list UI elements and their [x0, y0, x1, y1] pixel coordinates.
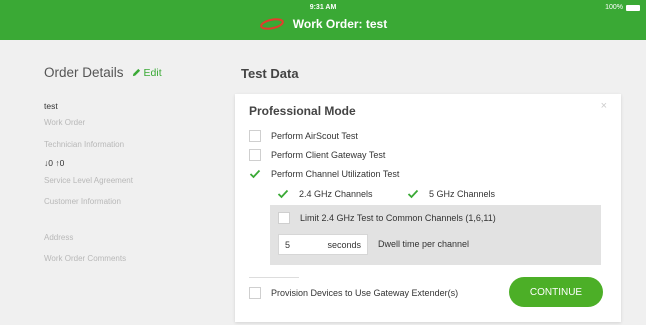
- status-time: 9:31 AM: [309, 4, 337, 11]
- limit-24ghz-option[interactable]: Limit 2.4 GHz Test to Common Channels (1…: [278, 212, 496, 224]
- sla-label: Service Level Agreement: [44, 176, 133, 185]
- limit-24ghz-checkbox[interactable]: [278, 212, 290, 224]
- technician-info-label: Technician Information: [44, 140, 125, 149]
- checkmark-icon: [277, 189, 289, 199]
- order-details-title: Order Details: [44, 65, 124, 80]
- test-data-title: Test Data: [241, 66, 299, 81]
- ghz24-checkbox[interactable]: [277, 188, 289, 200]
- channel-utilization-checkbox[interactable]: [249, 168, 261, 180]
- client-gateway-checkbox[interactable]: [249, 149, 261, 161]
- dwell-time-unit: seconds: [327, 239, 361, 250]
- airscout-test-option[interactable]: Perform AirScout Test: [249, 130, 358, 142]
- card-title: Professional Mode: [249, 104, 356, 118]
- provision-label: Provision Devices to Use Gateway Extende…: [271, 288, 459, 298]
- ghz5-channels-option[interactable]: 5 GHz Channels: [407, 188, 495, 200]
- channel-settings-box: Limit 2.4 GHz Test to Common Channels (1…: [270, 205, 601, 265]
- client-gateway-label: Perform Client Gateway Test: [271, 150, 386, 160]
- ghz24-label: 2.4 GHz Channels: [299, 189, 373, 199]
- app-header: 9:31 AM 100% Work Order: test: [0, 0, 646, 40]
- ghz5-checkbox[interactable]: [407, 188, 419, 200]
- dwell-time-label: Dwell time per channel: [378, 239, 470, 249]
- battery-indicator: 100%: [605, 4, 640, 11]
- address-label: Address: [44, 233, 74, 242]
- swirl-logo-icon: [259, 18, 284, 30]
- battery-percent: 100%: [605, 4, 623, 11]
- page-title: Work Order: test: [292, 17, 388, 31]
- battery-icon: [626, 4, 640, 11]
- edit-button[interactable]: Edit: [132, 67, 162, 79]
- close-icon[interactable]: ×: [601, 100, 607, 112]
- work-order-comments-label: Work Order Comments: [44, 254, 127, 263]
- ghz5-label: 5 GHz Channels: [429, 189, 496, 199]
- continue-button[interactable]: CONTINUE: [509, 277, 603, 307]
- edit-label: Edit: [143, 66, 162, 79]
- airscout-label: Perform AirScout Test: [271, 131, 358, 141]
- channel-utilization-test-option[interactable]: Perform Channel Utilization Test: [249, 168, 399, 180]
- order-details-header: Order Details Edit: [44, 65, 162, 80]
- client-gateway-test-option[interactable]: Perform Client Gateway Test: [249, 149, 385, 161]
- checkmark-icon: [249, 169, 261, 179]
- channel-utilization-label: Perform Channel Utilization Test: [271, 169, 400, 179]
- customer-info-label: Customer Information: [44, 197, 121, 206]
- checkmark-icon: [407, 189, 419, 199]
- provision-checkbox[interactable]: [249, 287, 261, 299]
- work-order-value: test: [44, 101, 58, 111]
- dwell-time-input[interactable]: 5 seconds: [278, 234, 368, 255]
- sla-value: ↓0 ↑0: [44, 158, 65, 168]
- airscout-checkbox[interactable]: [249, 130, 261, 142]
- ghz24-channels-option[interactable]: 2.4 GHz Channels: [277, 188, 373, 200]
- work-order-label: Work Order: [44, 118, 86, 127]
- provision-devices-option[interactable]: Provision Devices to Use Gateway Extende…: [249, 287, 458, 299]
- professional-mode-card: × Professional Mode Perform AirScout Tes…: [235, 94, 621, 322]
- pencil-icon: [132, 68, 140, 77]
- limit-24ghz-label: Limit 2.4 GHz Test to Common Channels (1…: [300, 213, 496, 223]
- title-row: Work Order: test: [0, 17, 646, 31]
- divider: [249, 277, 299, 278]
- dwell-time-value: 5: [285, 239, 291, 250]
